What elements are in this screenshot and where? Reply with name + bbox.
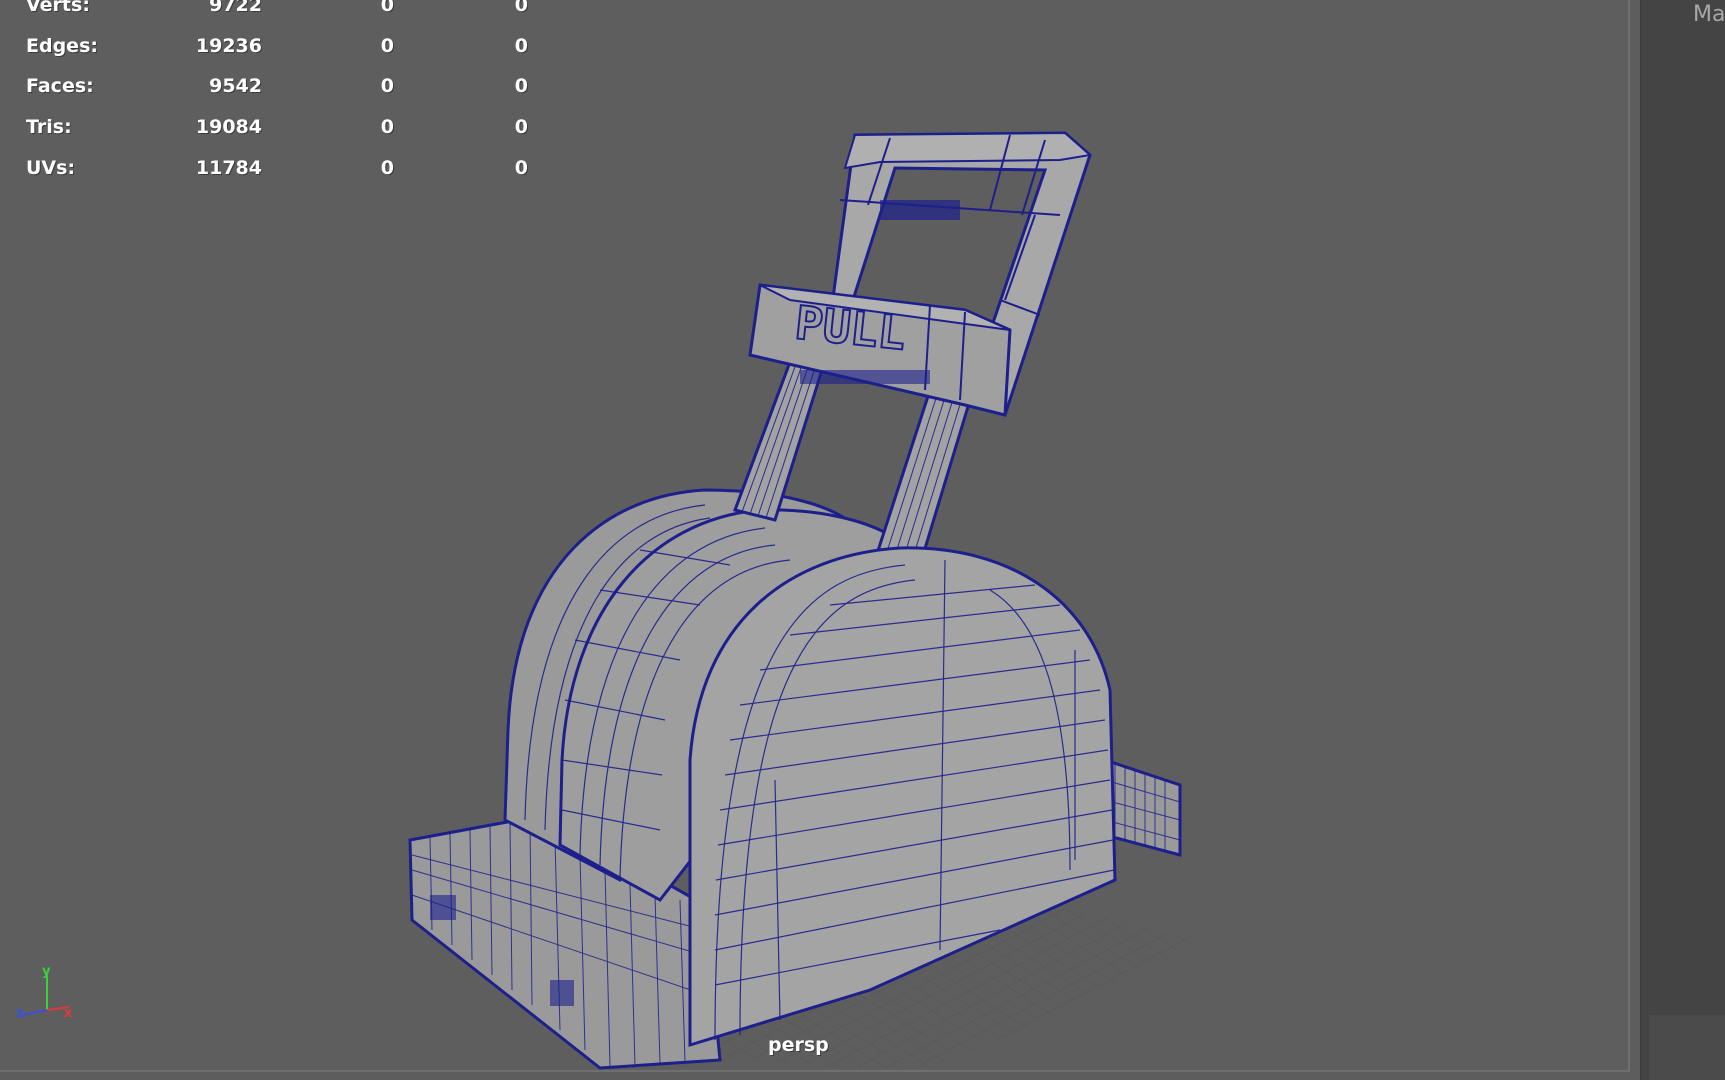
panel-lower-area[interactable] [1649, 1015, 1725, 1080]
axis-indicator-icon: y z x [16, 965, 73, 1021]
hud-stat-total: 19236 [195, 35, 262, 57]
handle-pull-text: PULL [793, 295, 909, 360]
base-plate-right [1103, 757, 1182, 857]
axis-y-label: y [42, 965, 51, 979]
hud-stat-total: 19084 [195, 116, 262, 138]
hud-stat-total: 9542 [209, 75, 262, 97]
hud-stat-component: 0 [514, 116, 528, 138]
hud-stat-selected: 0 [380, 157, 394, 179]
right-side-panel[interactable]: Ma [1640, 0, 1725, 1080]
hud-stat-component: 0 [514, 75, 528, 97]
hud-stat-label: UVs: [26, 157, 76, 179]
hud-stat-total: 9722 [209, 0, 262, 16]
axis-z-label: z [16, 1006, 24, 1021]
panel-label: Ma [1693, 2, 1725, 27]
hud-stat-label: Tris: [26, 116, 72, 138]
hud-stat-selected: 0 [380, 0, 394, 16]
hud-row: Edges: 19236 0 0 [0, 35, 560, 65]
hud-stat-component: 0 [514, 35, 528, 57]
hud-stat-selected: 0 [380, 116, 394, 138]
hud-stat-label: Faces: [26, 75, 94, 97]
3d-viewport[interactable]: PULL Verts: 9722 0 0 Edges: 19236 0 0 Faces: 9542… [0, 0, 1630, 1072]
camera-name-label: persp [768, 1034, 829, 1056]
poly-count-hud: Verts: 9722 0 0 Edges: 19236 0 0 Faces: 9542 0 0 Tri… [0, 0, 560, 200]
hud-stat-component: 0 [514, 157, 528, 179]
lever-handle: PULL [748, 131, 1093, 417]
hud-stat-component: 0 [514, 0, 528, 16]
hud-stat-total: 11784 [195, 157, 262, 179]
hud-row: Faces: 9542 0 0 [0, 75, 560, 105]
hud-row: Tris: 19084 0 0 [0, 116, 560, 146]
axis-x-label: x [64, 1006, 73, 1021]
hud-stat-label: Edges: [26, 35, 98, 57]
hud-stat-selected: 0 [380, 75, 394, 97]
hud-row: Verts: 9722 0 0 [0, 0, 560, 24]
hud-stat-label: Verts: [26, 0, 90, 16]
hud-row: UVs: 11784 0 0 [0, 157, 560, 187]
hud-stat-selected: 0 [380, 35, 394, 57]
